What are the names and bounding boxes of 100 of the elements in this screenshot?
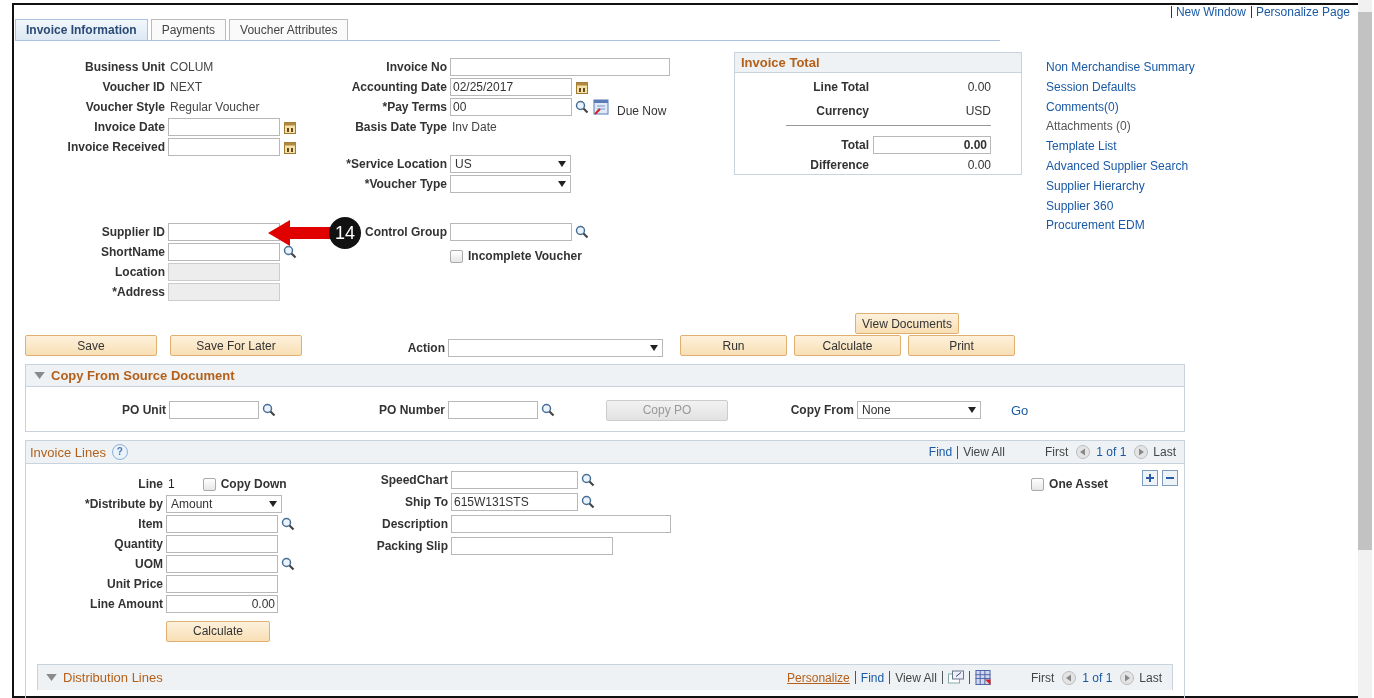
- field-label: Action: [406, 341, 446, 356]
- panel-title: Invoice Total: [735, 53, 1021, 73]
- caret-icon: [558, 161, 566, 167]
- input-field[interactable]: 0.00: [873, 136, 991, 154]
- search-icon[interactable]: [281, 557, 295, 571]
- tab[interactable]: Invoice Information: [15, 19, 148, 40]
- input-field[interactable]: [168, 138, 280, 156]
- input-field[interactable]: [450, 223, 572, 241]
- search-icon[interactable]: [283, 245, 297, 259]
- dropdown[interactable]: None: [857, 401, 981, 419]
- field-label: Business Unit: [85, 60, 165, 74]
- search-icon[interactable]: [541, 403, 555, 417]
- tab[interactable]: Payments: [150, 19, 227, 40]
- field-label: Line Amount: [89, 597, 164, 611]
- input-field[interactable]: [450, 58, 670, 76]
- input-field[interactable]: 00: [450, 98, 572, 116]
- caret-icon: [650, 345, 658, 351]
- previous-icon[interactable]: [1076, 445, 1091, 459]
- spreadsheet-icon[interactable]: [974, 670, 991, 685]
- search-icon[interactable]: [281, 517, 295, 531]
- input-field[interactable]: 615W131STS: [451, 493, 578, 511]
- side-link[interactable]: Session Defaults: [1046, 76, 1137, 97]
- header-link[interactable]: New Window: [1175, 5, 1246, 18]
- previous-icon[interactable]: [1062, 670, 1077, 685]
- input-field[interactable]: 0.00: [166, 595, 278, 613]
- search-icon[interactable]: [581, 473, 595, 487]
- calendar-icon[interactable]: [284, 140, 296, 154]
- calendar-icon[interactable]: [284, 120, 296, 134]
- field-label: Invoice Received: [67, 140, 165, 154]
- input-field[interactable]: [166, 575, 278, 593]
- panel-title: Invoice Lines: [30, 444, 106, 460]
- search-icon[interactable]: [262, 403, 276, 417]
- nav-link[interactable]: View All: [963, 445, 1005, 459]
- input-field[interactable]: [166, 535, 278, 553]
- field-value: 0.00: [966, 80, 991, 94]
- schedule-icon[interactable]: [593, 99, 609, 115]
- scrollbar[interactable]: [1358, 0, 1372, 698]
- input-field[interactable]: [451, 471, 578, 489]
- field-label: *Pay Terms: [382, 100, 447, 114]
- dropdown[interactable]: [450, 175, 571, 193]
- field-label: Accounting Date: [351, 80, 447, 94]
- input-field[interactable]: [166, 515, 278, 533]
- side-link[interactable]: Non Merchandise Summary: [1046, 57, 1195, 77]
- dropdown[interactable]: US: [450, 155, 571, 173]
- side-link[interactable]: Advanced Supplier Search: [1046, 156, 1189, 176]
- search-icon[interactable]: [575, 225, 589, 239]
- search-icon[interactable]: [575, 100, 589, 114]
- new-window-icon[interactable]: [947, 670, 964, 685]
- input-field[interactable]: [451, 537, 613, 555]
- header-link[interactable]: Personalize Page: [1255, 5, 1350, 18]
- side-link[interactable]: Procurement EDM: [1046, 215, 1145, 236]
- checkbox-label: Incomplete Voucher: [468, 249, 582, 263]
- tab[interactable]: Voucher Attributes: [229, 19, 349, 40]
- action-button[interactable]: Save For Later: [170, 335, 302, 356]
- field-label: Unit Price: [106, 577, 164, 591]
- delete-row-button[interactable]: [1162, 470, 1178, 486]
- input-field[interactable]: [168, 223, 280, 241]
- action-button[interactable]: Run: [680, 335, 787, 356]
- dropdown[interactable]: [448, 339, 663, 357]
- side-link[interactable]: Comments(0): [1046, 96, 1119, 117]
- field-label: *Voucher Type: [364, 177, 447, 191]
- collapse-icon[interactable]: [34, 372, 45, 379]
- nav-link[interactable]: Personalize: [787, 670, 850, 685]
- go-link[interactable]: Go: [1011, 402, 1029, 418]
- side-link[interactable]: Supplier 360: [1046, 195, 1114, 216]
- dropdown[interactable]: Amount: [166, 495, 282, 513]
- action-button[interactable]: Calculate: [794, 335, 901, 356]
- calendar-icon[interactable]: [576, 80, 588, 94]
- side-link[interactable]: Supplier Hierarchy: [1046, 175, 1145, 196]
- input-field[interactable]: 02/25/2017: [450, 78, 572, 96]
- search-icon[interactable]: [581, 495, 595, 509]
- action-button[interactable]: Calculate: [166, 620, 270, 642]
- field-label: *Distribute by: [84, 497, 164, 511]
- input-field[interactable]: [169, 401, 259, 419]
- next-icon[interactable]: [1120, 670, 1135, 685]
- action-button[interactable]: Print: [908, 335, 1015, 356]
- input-field[interactable]: [448, 401, 538, 419]
- step-badge: 14: [329, 217, 361, 249]
- input-field[interactable]: [451, 515, 671, 533]
- view-documents-button[interactable]: View Documents: [855, 313, 959, 334]
- panel-title: Copy From Source Document: [51, 368, 235, 383]
- checkbox[interactable]: [202, 477, 216, 491]
- nav-link[interactable]: Find: [928, 445, 953, 459]
- add-row-button[interactable]: [1142, 470, 1158, 486]
- row-count: 1 of 1: [1082, 670, 1113, 685]
- next-icon[interactable]: [1134, 445, 1149, 459]
- nav-link[interactable]: View All: [895, 670, 937, 685]
- checkbox[interactable]: [1031, 477, 1045, 491]
- input-field[interactable]: [166, 555, 278, 573]
- nav-link[interactable]: Find: [860, 670, 885, 685]
- field-label: *Address: [112, 285, 165, 299]
- side-link[interactable]: Template List: [1046, 136, 1117, 156]
- help-button[interactable]: ?: [111, 444, 128, 460]
- input-field[interactable]: [168, 243, 280, 261]
- checkbox[interactable]: [450, 249, 463, 263]
- action-button[interactable]: Save: [25, 335, 157, 356]
- collapse-icon[interactable]: [46, 674, 57, 681]
- input-field[interactable]: [168, 118, 280, 136]
- caret-icon: [558, 181, 566, 187]
- scrollbar-thumb[interactable]: [1358, 12, 1372, 550]
